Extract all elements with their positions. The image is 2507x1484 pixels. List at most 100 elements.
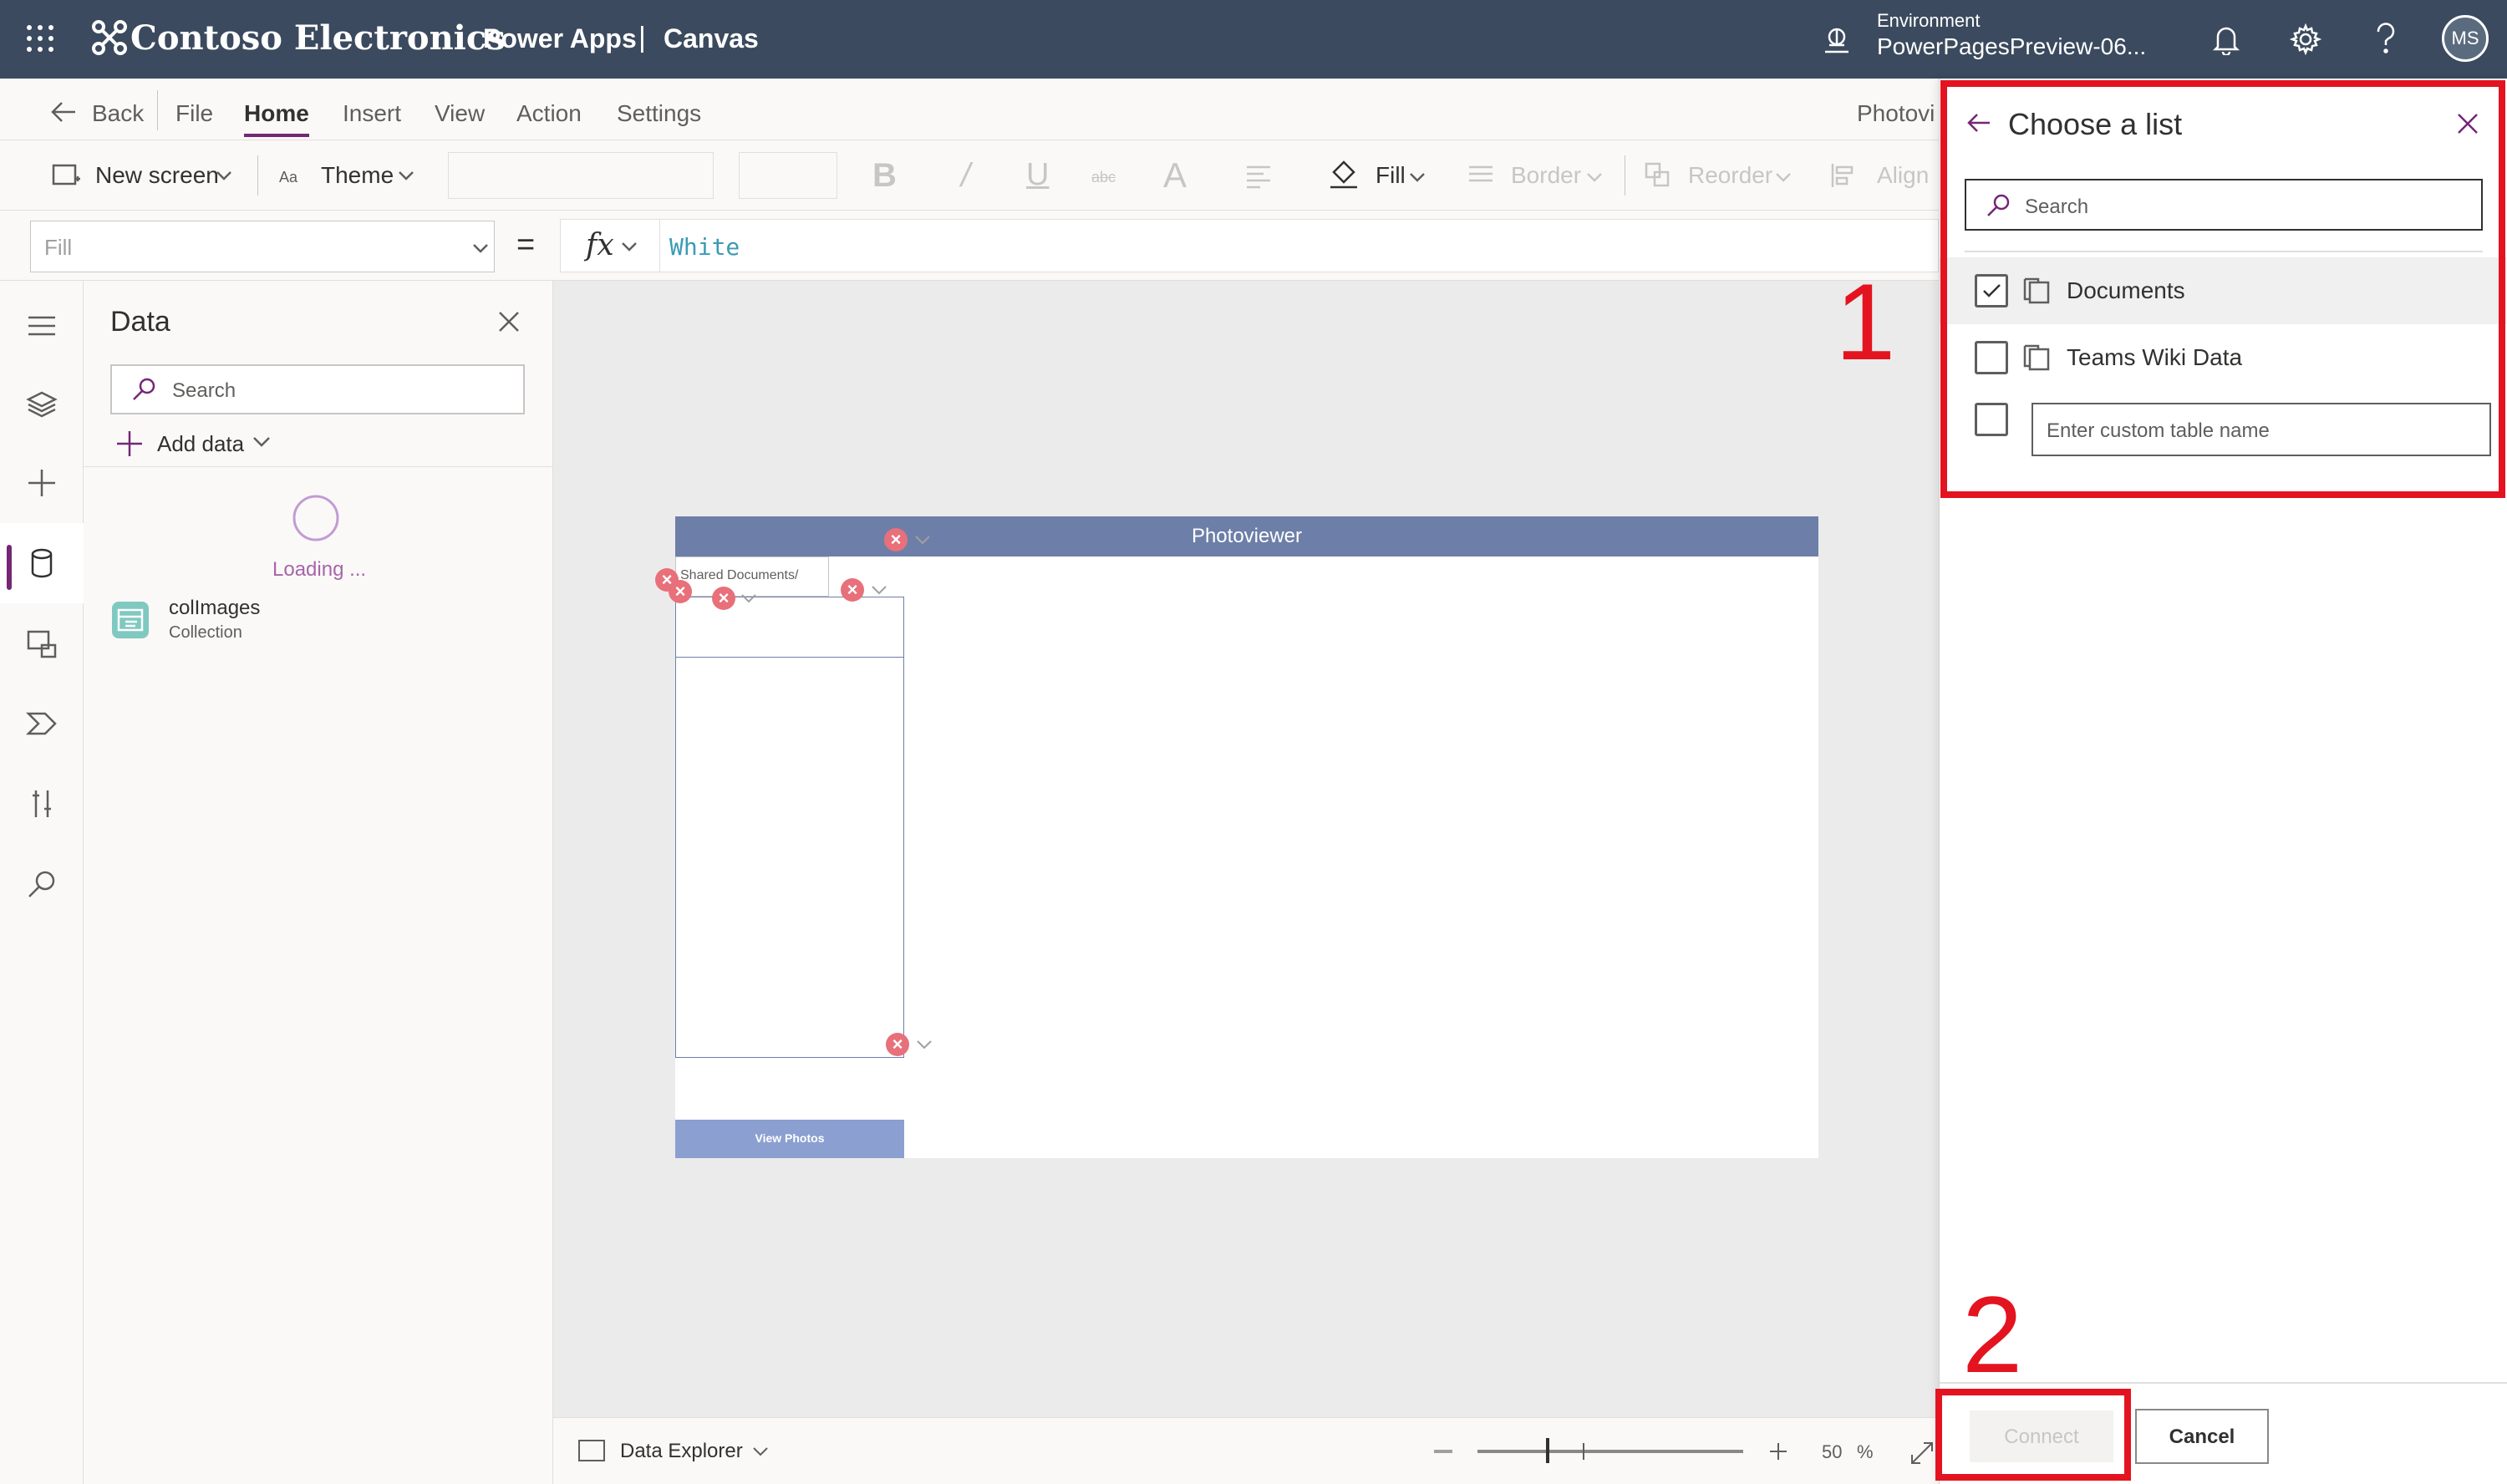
fx-divider: [659, 220, 660, 272]
text-align-icon[interactable]: [1245, 164, 1277, 189]
ribbon-toolbar: New screen Aa Theme B / U abc A Fill Bor…: [0, 140, 1939, 211]
font-color-icon[interactable]: A: [1163, 155, 1187, 196]
zoom-in-icon[interactable]: [1768, 1441, 1788, 1461]
theme-button[interactable]: Theme: [321, 162, 394, 189]
gallery[interactable]: [675, 597, 904, 1058]
error-chevron-icon[interactable]: [916, 1039, 933, 1049]
add-data-plus-icon[interactable]: [115, 429, 144, 458]
collection-icon: [110, 600, 150, 640]
svg-text:Aa: Aa: [279, 169, 298, 186]
align-button[interactable]: Align: [1877, 162, 1929, 189]
property-selector-value: Fill: [44, 235, 73, 260]
theme-icon[interactable]: Aa: [279, 165, 304, 187]
font-family-select[interactable]: [448, 152, 714, 199]
reorder-icon[interactable]: [1645, 162, 1671, 189]
user-avatar[interactable]: MS: [2442, 15, 2489, 62]
error-chevron-icon[interactable]: [914, 535, 931, 545]
data-explorer-toggle[interactable]: Data Explorer: [620, 1440, 743, 1463]
menu-action[interactable]: Action: [516, 100, 582, 127]
error-x-icon[interactable]: ×: [886, 1033, 909, 1056]
reorder-chevron-icon[interactable]: [1775, 172, 1792, 182]
formula-input[interactable]: fx White: [560, 219, 1939, 272]
strikethrough-icon[interactable]: abc: [1091, 169, 1116, 186]
border-button[interactable]: Border: [1511, 162, 1581, 189]
search-icon: [130, 376, 157, 403]
brand-name: Contoso Electronics: [130, 18, 506, 58]
menu-home[interactable]: Home: [244, 100, 309, 137]
error-x-icon[interactable]: ×: [841, 578, 864, 602]
tree-view-layers-icon[interactable]: [25, 388, 58, 421]
menu-insert[interactable]: Insert: [343, 100, 401, 127]
app-mode: Canvas: [664, 23, 759, 53]
back-button[interactable]: Back: [92, 100, 144, 127]
error-chevron-icon[interactable]: [871, 585, 887, 595]
fill-bucket-icon[interactable]: [1329, 159, 1359, 189]
hamburger-menu-icon[interactable]: [25, 309, 58, 343]
add-data-button[interactable]: Add data: [157, 431, 244, 457]
menu-file[interactable]: File: [175, 100, 213, 127]
bold-icon[interactable]: B: [872, 157, 897, 195]
fill-chevron-icon[interactable]: [1409, 172, 1426, 182]
zoom-value[interactable]: 50: [1822, 1441, 1842, 1463]
gallery-row-divider: [675, 657, 904, 658]
border-chevron-icon[interactable]: [1586, 172, 1603, 182]
app-name[interactable]: Photovi: [1857, 100, 1935, 127]
new-screen-icon[interactable]: [52, 162, 80, 187]
fx-chevron-icon[interactable]: [621, 241, 638, 252]
close-data-panel-icon[interactable]: [496, 309, 521, 334]
border-icon[interactable]: [1467, 164, 1494, 187]
data-search-input[interactable]: Search: [110, 364, 525, 414]
new-screen-chevron-icon[interactable]: [216, 170, 232, 180]
top-bar: Contoso Electronics Power Apps | Canvas …: [0, 0, 2507, 79]
zoom-slider-thumb[interactable]: [1546, 1438, 1549, 1463]
power-automate-icon[interactable]: [25, 707, 58, 740]
property-selector[interactable]: Fill: [30, 221, 495, 272]
app-screen[interactable]: Photoviewer Shared Documents/ View Photo…: [675, 516, 1818, 1158]
cancel-label: Cancel: [2169, 1426, 2235, 1448]
menu-view[interactable]: View: [435, 100, 485, 127]
fx-icon[interactable]: fx: [586, 228, 614, 262]
left-rail: [0, 281, 84, 1484]
search-rail-icon[interactable]: [25, 867, 58, 901]
data-explorer-chevron-icon[interactable]: [752, 1446, 769, 1456]
collection-list-item[interactable]: colImages Collection: [110, 595, 528, 653]
notifications-icon[interactable]: [2211, 23, 2241, 55]
zoom-out-icon[interactable]: [1434, 1450, 1452, 1453]
status-bar: Data Explorer 50 %: [553, 1417, 1939, 1484]
error-x-icon[interactable]: ×: [669, 580, 692, 603]
insert-plus-icon[interactable]: [25, 466, 58, 500]
underline-icon[interactable]: U: [1026, 157, 1049, 193]
data-panel: Data Search Add data Loading ... colImag…: [84, 281, 553, 1484]
data-explorer-checkbox[interactable]: [578, 1440, 605, 1461]
advanced-tools-icon[interactable]: [25, 787, 58, 821]
help-icon[interactable]: [2373, 22, 2398, 55]
settings-gear-icon[interactable]: [2290, 23, 2321, 55]
brand-logo-icon: [90, 18, 129, 57]
back-arrow-icon[interactable]: [50, 100, 77, 124]
align-icon[interactable]: [1830, 162, 1855, 189]
fill-button[interactable]: Fill: [1376, 162, 1406, 189]
new-screen-button[interactable]: New screen: [95, 162, 219, 189]
font-size-select[interactable]: [739, 152, 837, 199]
italic-icon[interactable]: /: [961, 157, 970, 195]
error-x-icon[interactable]: ×: [712, 587, 735, 610]
formula-equals: =: [516, 227, 536, 262]
annotation-box-list-options: [1940, 80, 2505, 498]
cancel-button[interactable]: Cancel: [2135, 1409, 2269, 1464]
media-icon[interactable]: [25, 627, 58, 660]
data-cylinder-icon[interactable]: [25, 546, 58, 580]
environment-icon[interactable]: [1822, 25, 1852, 55]
theme-chevron-icon[interactable]: [398, 170, 414, 180]
error-x-icon[interactable]: ×: [884, 528, 908, 551]
app-launcher-icon[interactable]: [25, 23, 55, 53]
collection-name: colImages: [169, 597, 261, 619]
list-footer-divider: [1940, 1382, 2507, 1384]
reorder-button[interactable]: Reorder: [1688, 162, 1772, 189]
menu-settings[interactable]: Settings: [617, 100, 701, 127]
environment-name[interactable]: PowerPagesPreview-06...: [1877, 33, 2146, 60]
fit-to-window-icon[interactable]: [1910, 1441, 1934, 1465]
zoom-slider[interactable]: [1477, 1450, 1743, 1453]
add-data-chevron-icon[interactable]: [252, 436, 271, 448]
error-chevron-icon[interactable]: [740, 593, 757, 603]
menu-bar: Back File Home Insert View Action Settin…: [0, 79, 1939, 140]
